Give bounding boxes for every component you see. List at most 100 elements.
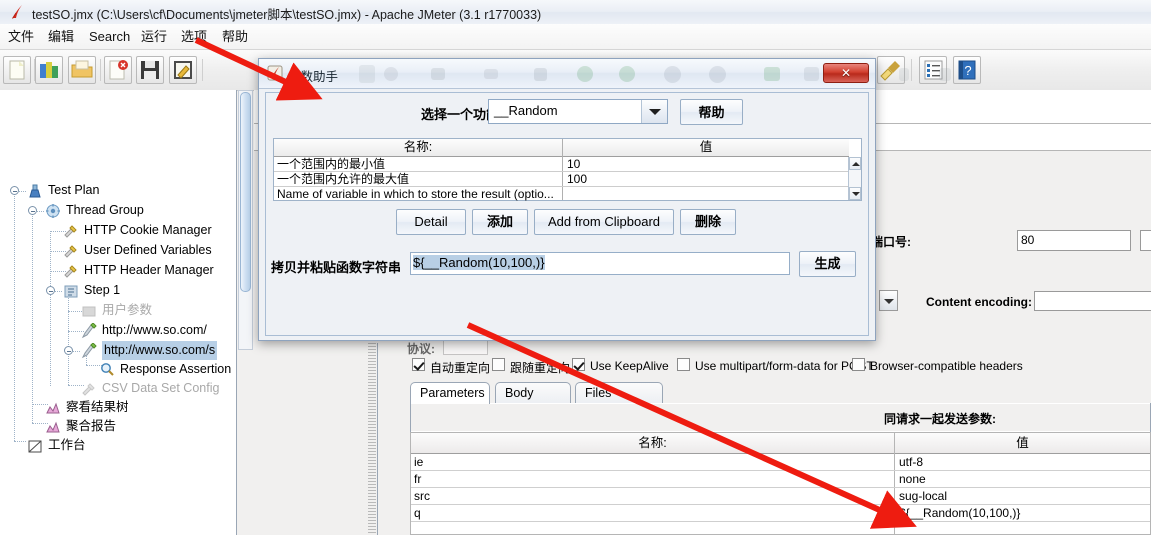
dialog-titlebar[interactable]: 函数助手 ✕ [259, 59, 951, 89]
fp-name-cell: 一个范围内允许的最大值 [277, 172, 410, 186]
table-row[interactable]: fr none [411, 471, 1150, 488]
delete-button[interactable]: 删除 [680, 209, 736, 235]
new-button[interactable] [3, 56, 31, 84]
menu-file[interactable]: 文件 [3, 28, 39, 46]
close-button[interactable] [104, 56, 132, 84]
function-select[interactable]: __Random [488, 99, 668, 124]
tree-scrollbar-thumb[interactable] [240, 92, 251, 292]
params-caption: 同请求一起发送参数: [884, 412, 996, 426]
checkbox-label-use-multipart: Use multipart/form-data for POST [695, 359, 874, 373]
menu-edit[interactable]: 编辑 [43, 28, 79, 46]
jmeter-feather-icon [12, 5, 22, 19]
table-row[interactable]: src sug-local [411, 488, 1150, 505]
checkbox-label-auto-redirect: 自动重定向 [430, 361, 491, 375]
tree-label: 聚合报告 [66, 419, 117, 433]
tree-scrollbar[interactable] [238, 90, 253, 350]
extra-field[interactable] [1140, 230, 1151, 251]
help-book-icon: ? [958, 60, 976, 80]
menu-help[interactable]: 帮助 [217, 28, 253, 46]
tree-label: Response Assertion [120, 362, 232, 376]
function-params-table[interactable]: 名称: 值 一个范围内的最小值 10 一个范围内允许的最大值 100 Name … [273, 138, 862, 201]
tab-parameters[interactable]: Parameters [410, 382, 490, 404]
tree-label: 察看结果树 [66, 400, 129, 414]
table-row[interactable]: Name of variable in which to store the r… [274, 187, 848, 202]
listener-icon [46, 402, 60, 414]
tree-label: 工作台 [48, 438, 86, 452]
sampler-icon [81, 323, 97, 339]
method-combo-button[interactable] [879, 290, 898, 311]
split-pane-divider[interactable] [368, 343, 376, 535]
content-encoding-field[interactable] [1034, 291, 1151, 311]
params-table[interactable]: 名称: 值 ie utf-8 fr none src sug-local q $… [410, 432, 1151, 535]
function-params-scrollbar[interactable] [848, 157, 861, 200]
tree-label: 用户参数 [102, 303, 153, 317]
checkbox-browser-compatible-headers[interactable] [852, 358, 865, 371]
function-select-arrow[interactable] [641, 100, 667, 123]
function-string-value: ${__Random(10,100,)} [413, 255, 545, 270]
help-button[interactable]: ? [953, 56, 981, 84]
dialog-close-button[interactable]: ✕ [823, 63, 869, 83]
scroll-down-button[interactable] [849, 187, 861, 200]
content-encoding-label: Content encoding: [926, 295, 1032, 309]
chevron-down-icon [884, 299, 894, 304]
function-helper-dialog: 函数助手 ✕ 选择一个功能 __Random 帮助 函数参数 名称: 值 一个范… [258, 58, 951, 341]
params-header-value: 值 [895, 433, 1150, 454]
function-select-value: __Random [494, 103, 558, 118]
table-row-empty[interactable] [411, 522, 1150, 535]
tree-toggle-step-1[interactable] [46, 286, 55, 295]
copy-paste-label: 拷贝并粘贴函数字符串 [271, 260, 402, 275]
open-folder-icon [71, 60, 93, 78]
generate-button[interactable]: 生成 [799, 251, 856, 277]
tree-toggle-thread-group[interactable] [28, 206, 37, 215]
param-name-cell: ie [414, 455, 424, 469]
checkbox-use-keepalive[interactable] [572, 358, 585, 371]
tab-body-data[interactable]: Body Data [495, 382, 571, 421]
menu-options[interactable]: 选项 [176, 28, 212, 46]
edit-pencil-icon [174, 61, 192, 79]
detail-button[interactable]: Detail [396, 209, 466, 235]
fp-name-cell: Name of variable in which to store the r… [277, 187, 554, 201]
test-plan-tree[interactable]: Test Plan Thread Group HTTP Cookie Manag… [0, 90, 237, 535]
menu-search[interactable]: Search [84, 28, 135, 46]
controller-icon [64, 285, 78, 298]
table-row[interactable]: ie utf-8 [411, 454, 1150, 471]
help-button[interactable]: 帮助 [680, 99, 743, 125]
save-button[interactable] [136, 56, 164, 84]
open-button[interactable] [68, 56, 96, 84]
disabled-icon [82, 306, 96, 317]
add-button[interactable]: 添加 [472, 209, 528, 235]
param-name-cell: src [414, 489, 430, 503]
menu-bar: 文件 编辑 Search 运行 选项 帮助 [0, 24, 1151, 50]
table-row[interactable]: 一个范围内的最小值 10 [274, 157, 848, 172]
sampler-icon [81, 343, 97, 359]
table-row[interactable]: q ${__Random(10,100,)} [411, 505, 1150, 522]
menu-run[interactable]: 运行 [136, 28, 172, 46]
tree-toggle-sampler-s[interactable] [64, 346, 73, 355]
jmeter-main-window: testSO.jmx (C:\Users\cf\Documents\jmeter… [0, 0, 1151, 535]
assertion-icon [101, 363, 114, 376]
tab-files-upload[interactable]: Files Upload [575, 382, 663, 421]
scroll-up-button[interactable] [849, 157, 861, 170]
tree-toggle-test-plan[interactable] [10, 186, 19, 195]
listener-icon [46, 421, 60, 433]
dialog-body: 选择一个功能 __Random 帮助 函数参数 名称: 值 一个范围内的最小值 … [265, 92, 869, 336]
save-as-button[interactable] [169, 56, 197, 84]
checkbox-use-multipart[interactable] [677, 358, 690, 371]
add-from-clipboard-button[interactable]: Add from Clipboard [534, 209, 674, 235]
port-field[interactable]: 80 [1017, 230, 1131, 251]
templates-button[interactable] [35, 56, 63, 84]
tree-label: User Defined Variables [84, 243, 212, 257]
table-row[interactable]: 一个范围内允许的最大值 100 [274, 172, 848, 187]
checkbox-follow-redirect[interactable] [492, 358, 505, 371]
workbench-icon [28, 440, 42, 453]
checkbox-label-browser-compatible-headers: Browser-compatible headers [870, 359, 1023, 373]
fp-name-cell: 一个范围内的最小值 [277, 157, 386, 171]
fp-value-cell: 100 [567, 172, 588, 186]
config-icon [82, 383, 95, 396]
close-page-icon [109, 60, 128, 80]
params-caption-bar [411, 404, 1150, 431]
fp-value-cell [564, 187, 851, 201]
function-string-input[interactable]: ${__Random(10,100,)} [410, 252, 790, 275]
checkbox-auto-redirect[interactable] [412, 358, 425, 371]
window-title: testSO.jmx (C:\Users\cf\Documents\jmeter… [32, 8, 542, 22]
